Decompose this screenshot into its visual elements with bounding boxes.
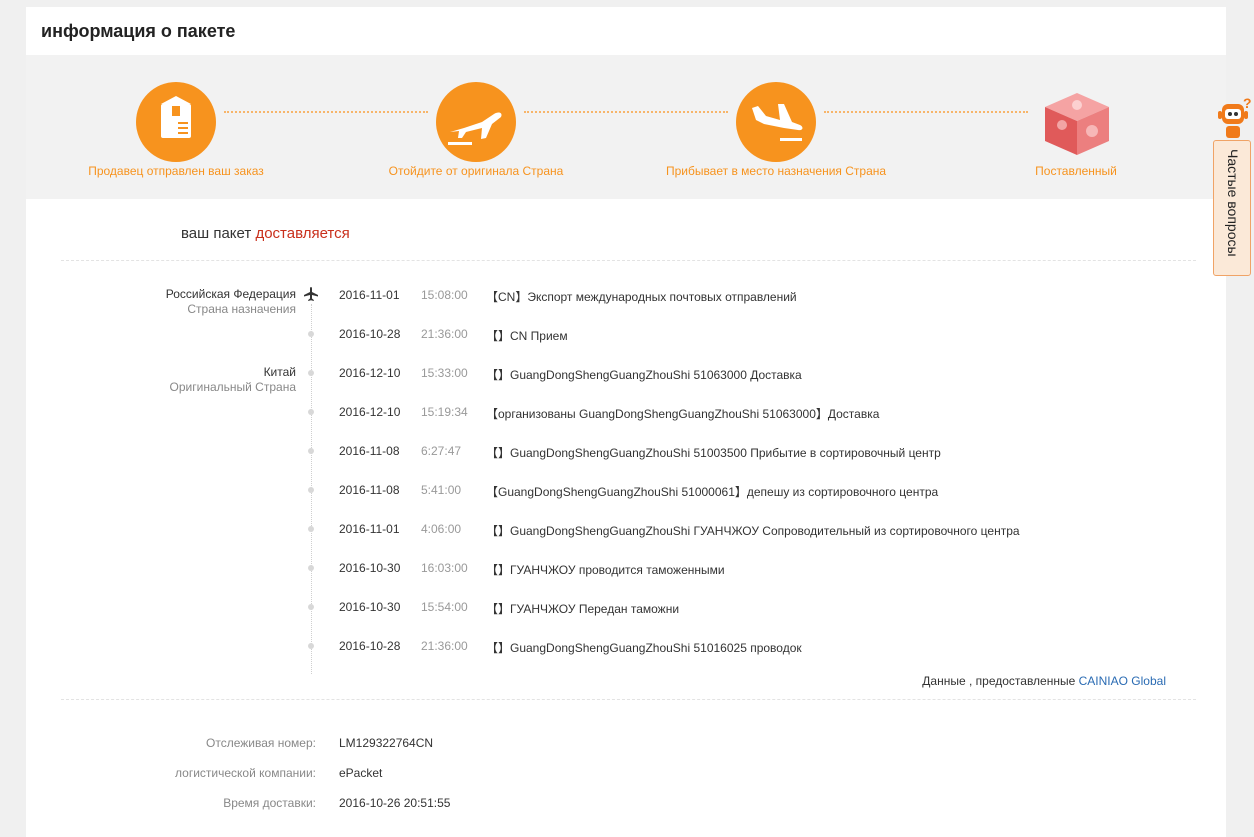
step-label: Прибывает в место назначения Страна [665,164,887,178]
event-time: 6:27:47 [421,444,462,458]
event-description: 【】CN Прием [486,329,568,343]
plane-landing-icon [736,82,816,162]
logistics-company-row: логистической компании: ePacket [26,766,1226,786]
event-description: 【】GuangDongShengGuangZhouShi ГУАНЧЖОУ Со… [486,524,1020,538]
source-text: Данные , предоставленные [922,674,1076,688]
event-time: 15:33:00 [421,366,468,380]
event-time: 4:06:00 [421,522,462,536]
timeline-event: 2016-12-10 15:33:00 【】GuangDongShengGuan… [26,364,1226,384]
event-description: 【CN】Экспорт международных почтовых отпра… [486,290,797,304]
status-prefix: ваш пакет [181,225,252,242]
timeline-dot [308,331,314,337]
event-date: 2016-11-01 [339,288,400,302]
timeline-event: 2016-12-10 15:19:34 【организованы GuangD… [26,403,1226,423]
event-description: 【организованы GuangDongShengGuangZhouShi… [486,407,880,421]
event-date: 2016-11-01 [339,522,400,536]
faq-tab[interactable]: Частые вопросы [1213,140,1251,276]
event-time: 21:36:00 [421,327,468,341]
event-date: 2016-10-28 [339,639,401,653]
data-source: Данные , предоставленные CAINIAO Global [922,674,1166,688]
event-date: 2016-12-10 [339,405,401,419]
step-label: Продавец отправлен ваш заказ [88,164,264,178]
event-description: 【GuangDongShengGuangZhouShi 51000061】деп… [486,485,939,499]
step-connector [524,111,728,113]
step-connector [224,111,428,113]
timeline-event: 2016-10-30 16:03:00 【】ГУАНЧЖОУ проводитс… [26,559,1226,579]
info-label: логистической компании: [175,766,316,780]
delivery-status: ваш пакет доставляется [181,225,350,242]
tracking-number: LM129322764CN [339,736,434,750]
plane-takeoff-icon [436,82,516,162]
event-time: 5:41:00 [421,483,462,497]
timeline-dot [308,526,314,532]
event-description: 【】GuangDongShengGuangZhouShi 51003500 Пр… [486,446,941,460]
step-label: Отойдите от оригинала Страна [388,164,564,178]
timeline-event: 2016-10-28 21:36:00 【】CN Прием [26,325,1226,345]
timeline-dot [308,565,314,571]
event-time: 15:08:00 [421,288,468,302]
event-date: 2016-12-10 [339,366,401,380]
package-info-panel: информация о пакете Продавец отправлен в… [26,7,1226,837]
divider [61,699,1196,700]
tracking-number-row: Отслеживая номер: LM129322764CN [26,736,1226,756]
help-badge: ? [1243,96,1252,111]
delivery-time: 2016-10-26 20:51:55 [339,796,451,810]
cube-icon [1042,91,1112,162]
timeline-dot [308,409,314,415]
event-time: 15:19:34 [421,405,468,419]
timeline-event: 2016-10-28 21:36:00 【】GuangDongShengGuan… [26,637,1226,657]
event-time: 15:54:00 [421,600,468,614]
event-date: 2016-11-08 [339,483,400,497]
event-date: 2016-10-28 [339,327,401,341]
event-description: 【】ГУАНЧЖОУ Передан таможни [486,602,680,616]
event-date: 2016-10-30 [339,561,401,575]
faq-label: Частые вопросы [1225,149,1241,257]
status-state: доставляется [255,225,350,242]
page-title: информация о пакете [41,21,236,41]
logistics-company: ePacket [339,766,383,780]
event-date: 2016-11-08 [339,444,400,458]
timeline-dot [308,370,314,376]
timeline-event: 2016-11-01 15:08:00 【CN】Экспорт междунар… [26,286,1226,306]
timeline-event: 2016-11-01 4:06:00 【】GuangDongShengGuang… [26,520,1226,540]
package-icon [136,82,216,162]
delivery-time-row: Время доставки: 2016-10-26 20:51:55 [26,796,1226,816]
airplane-icon [303,286,319,307]
robot-icon: ? [1218,95,1252,138]
progress-steps: Продавец отправлен ваш заказ Отойдите от… [26,55,1226,199]
timeline-event: 2016-11-08 6:27:47 【】GuangDongShengGuang… [26,442,1226,462]
event-time: 16:03:00 [421,561,468,575]
step-label: Поставленный [1035,164,1117,178]
faq-widget[interactable]: ? Частые вопросы [1213,95,1253,278]
timeline-event: 2016-11-08 5:41:00 【GuangDongShengGuangZ… [26,481,1226,501]
timeline-dot [308,487,314,493]
event-description: 【】GuangDongShengGuangZhouShi 51016025 пр… [486,641,802,655]
event-time: 21:36:00 [421,639,468,653]
timeline-dot [308,448,314,454]
timeline-dot [308,643,314,649]
event-description: 【】ГУАНЧЖОУ проводится таможенными [486,563,725,577]
timeline-event: 2016-10-30 15:54:00 【】ГУАНЧЖОУ Передан т… [26,598,1226,618]
info-label: Время доставки: [223,796,316,810]
cainiao-link[interactable]: CAINIAO Global [1079,674,1166,688]
info-label: Отслеживая номер: [206,736,316,750]
timeline-dot [308,604,314,610]
event-date: 2016-10-30 [339,600,401,614]
event-description: 【】GuangDongShengGuangZhouShi 51063000 До… [486,368,802,382]
step-connector [824,111,1028,113]
divider [61,260,1196,261]
